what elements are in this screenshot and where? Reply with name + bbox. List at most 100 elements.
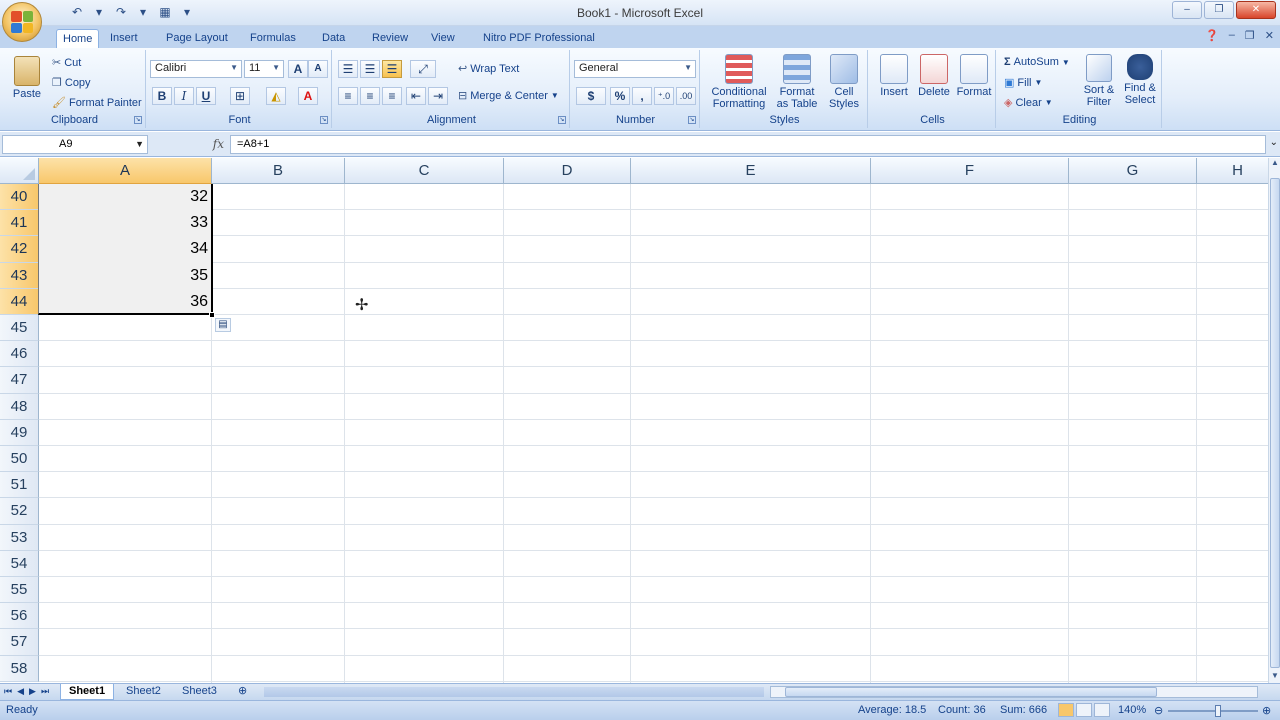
delete-cells-button[interactable]: Delete: [914, 54, 954, 98]
name-box[interactable]: A9 ▼: [2, 135, 148, 154]
row-header-44[interactable]: 44: [0, 288, 39, 315]
row-header-46[interactable]: 46: [0, 341, 39, 368]
decrease-decimal-button[interactable]: .00: [676, 87, 696, 105]
row-header-58[interactable]: 58: [0, 655, 39, 682]
percent-button[interactable]: %: [610, 87, 630, 105]
autosum-button[interactable]: Σ AutoSum ▼: [1004, 56, 1070, 68]
restore-button[interactable]: ❐: [1204, 1, 1234, 19]
close-button[interactable]: ✕: [1236, 1, 1276, 19]
borders-icon[interactable]: ⊞: [230, 87, 250, 105]
cut-button[interactable]: ✂ Cut: [52, 56, 81, 70]
copy-button[interactable]: ❐ Copy: [52, 76, 91, 90]
clipboard-launcher-icon[interactable]: ↘: [134, 116, 142, 124]
increase-decimal-button[interactable]: ⁺.0: [654, 87, 674, 105]
row-header-41[interactable]: 41: [0, 210, 39, 237]
conditional-formatting-button[interactable]: Conditional Formatting: [706, 54, 772, 110]
font-size-combo[interactable]: 11 ▼: [244, 60, 284, 78]
font-name-combo[interactable]: Calibri ▼: [150, 60, 242, 78]
row-header-55[interactable]: 55: [0, 577, 39, 604]
expand-formula-bar-icon[interactable]: ⌄: [1270, 137, 1278, 148]
zoom-slider-knob[interactable]: [1215, 705, 1221, 717]
cell-styles-button[interactable]: Cell Styles: [822, 54, 866, 110]
row-header-56[interactable]: 56: [0, 603, 39, 630]
shrink-font-button[interactable]: A: [308, 60, 328, 78]
cell-a40[interactable]: 32: [39, 184, 212, 211]
number-format-combo[interactable]: General ▼: [574, 60, 696, 78]
column-header-a[interactable]: A: [39, 158, 212, 184]
wrap-text-button[interactable]: ↩ Wrap Text: [458, 62, 519, 76]
sheet-tab-sheet2[interactable]: Sheet2: [118, 684, 169, 700]
cell-a41[interactable]: 33: [39, 210, 212, 237]
bold-button[interactable]: B: [152, 87, 172, 105]
row-header-48[interactable]: 48: [0, 393, 39, 420]
cell-a43[interactable]: 35: [39, 262, 212, 289]
row-header-49[interactable]: 49: [0, 419, 39, 446]
zoom-level[interactable]: 140%: [1118, 704, 1146, 716]
zoom-out-icon[interactable]: ⊖: [1154, 704, 1163, 717]
number-launcher-icon[interactable]: ↘: [688, 116, 696, 124]
tab-page-layout[interactable]: Page Layout: [160, 29, 234, 49]
row-header-53[interactable]: 53: [0, 524, 39, 551]
orientation-icon[interactable]: ⤢: [410, 60, 436, 78]
next-sheet-icon[interactable]: ▶: [29, 686, 36, 697]
select-all-button[interactable]: [0, 158, 39, 184]
font-color-icon[interactable]: A: [298, 87, 318, 105]
tab-view[interactable]: View: [425, 29, 461, 49]
cell-a44[interactable]: 36: [39, 288, 212, 315]
italic-button[interactable]: I: [174, 87, 194, 105]
office-button[interactable]: [2, 2, 42, 42]
align-center-icon[interactable]: ≡: [360, 87, 380, 105]
insert-sheet-icon[interactable]: ⊕: [230, 684, 255, 700]
fill-color-icon[interactable]: ◭: [266, 87, 286, 105]
page-layout-view-icon[interactable]: [1076, 703, 1092, 717]
align-right-icon[interactable]: ≡: [382, 87, 402, 105]
row-header-54[interactable]: 54: [0, 550, 39, 577]
prev-sheet-icon[interactable]: ◀: [17, 686, 24, 697]
workbook-minimize-icon[interactable]: –: [1229, 29, 1235, 42]
cell-a42[interactable]: 34: [39, 236, 212, 263]
workbook-close-icon[interactable]: ✕: [1265, 29, 1274, 42]
column-header-h[interactable]: H: [1197, 158, 1268, 184]
page-break-view-icon[interactable]: [1094, 703, 1110, 717]
help-icon[interactable]: ❓: [1205, 29, 1219, 42]
row-header-40[interactable]: 40: [0, 184, 39, 211]
insert-cells-button[interactable]: Insert: [874, 54, 914, 98]
vertical-scrollbar[interactable]: ▲ ▼: [1268, 158, 1280, 683]
tab-nitro-pdf[interactable]: Nitro PDF Professional: [477, 29, 601, 49]
row-header-57[interactable]: 57: [0, 629, 39, 656]
first-sheet-icon[interactable]: ⏮: [4, 686, 12, 697]
vertical-scroll-thumb[interactable]: [1270, 178, 1280, 668]
normal-view-icon[interactable]: [1058, 703, 1074, 717]
merge-center-button[interactable]: ⊟ Merge & Center ▼: [458, 89, 559, 103]
align-bottom-icon[interactable]: ☰: [382, 60, 402, 78]
column-header-d[interactable]: D: [504, 158, 631, 184]
currency-button[interactable]: $: [576, 87, 606, 105]
font-launcher-icon[interactable]: ↘: [320, 116, 328, 124]
auto-fill-options-icon[interactable]: ▤: [215, 318, 231, 332]
format-as-table-button[interactable]: Format as Table: [774, 54, 820, 110]
row-header-50[interactable]: 50: [0, 446, 39, 473]
column-header-c[interactable]: C: [345, 158, 504, 184]
horizontal-scrollbar[interactable]: [770, 686, 1258, 698]
paste-button[interactable]: Paste: [8, 56, 46, 100]
increase-indent-icon[interactable]: ⇥: [428, 87, 448, 105]
column-header-e[interactable]: E: [631, 158, 871, 184]
tab-review[interactable]: Review: [366, 29, 414, 49]
row-header-47[interactable]: 47: [0, 367, 39, 394]
chevron-down-icon[interactable]: ▼: [135, 136, 144, 153]
scroll-down-icon[interactable]: ▼: [1269, 671, 1280, 683]
formula-input[interactable]: =A8+1: [230, 135, 1266, 154]
format-cells-button[interactable]: Format: [954, 54, 994, 98]
find-select-button[interactable]: Find & Select: [1120, 54, 1160, 106]
tab-insert[interactable]: Insert: [104, 29, 144, 49]
row-header-51[interactable]: 51: [0, 472, 39, 499]
underline-button[interactable]: U: [196, 87, 216, 105]
tab-formulas[interactable]: Formulas: [244, 29, 302, 49]
row-header-42[interactable]: 42: [0, 236, 39, 263]
alignment-launcher-icon[interactable]: ↘: [558, 116, 566, 124]
scroll-up-icon[interactable]: ▲: [1269, 158, 1280, 170]
zoom-slider[interactable]: [1168, 710, 1258, 712]
workbook-restore-icon[interactable]: ❐: [1245, 29, 1255, 42]
tab-data[interactable]: Data: [316, 29, 351, 49]
grow-font-button[interactable]: A: [288, 60, 308, 78]
